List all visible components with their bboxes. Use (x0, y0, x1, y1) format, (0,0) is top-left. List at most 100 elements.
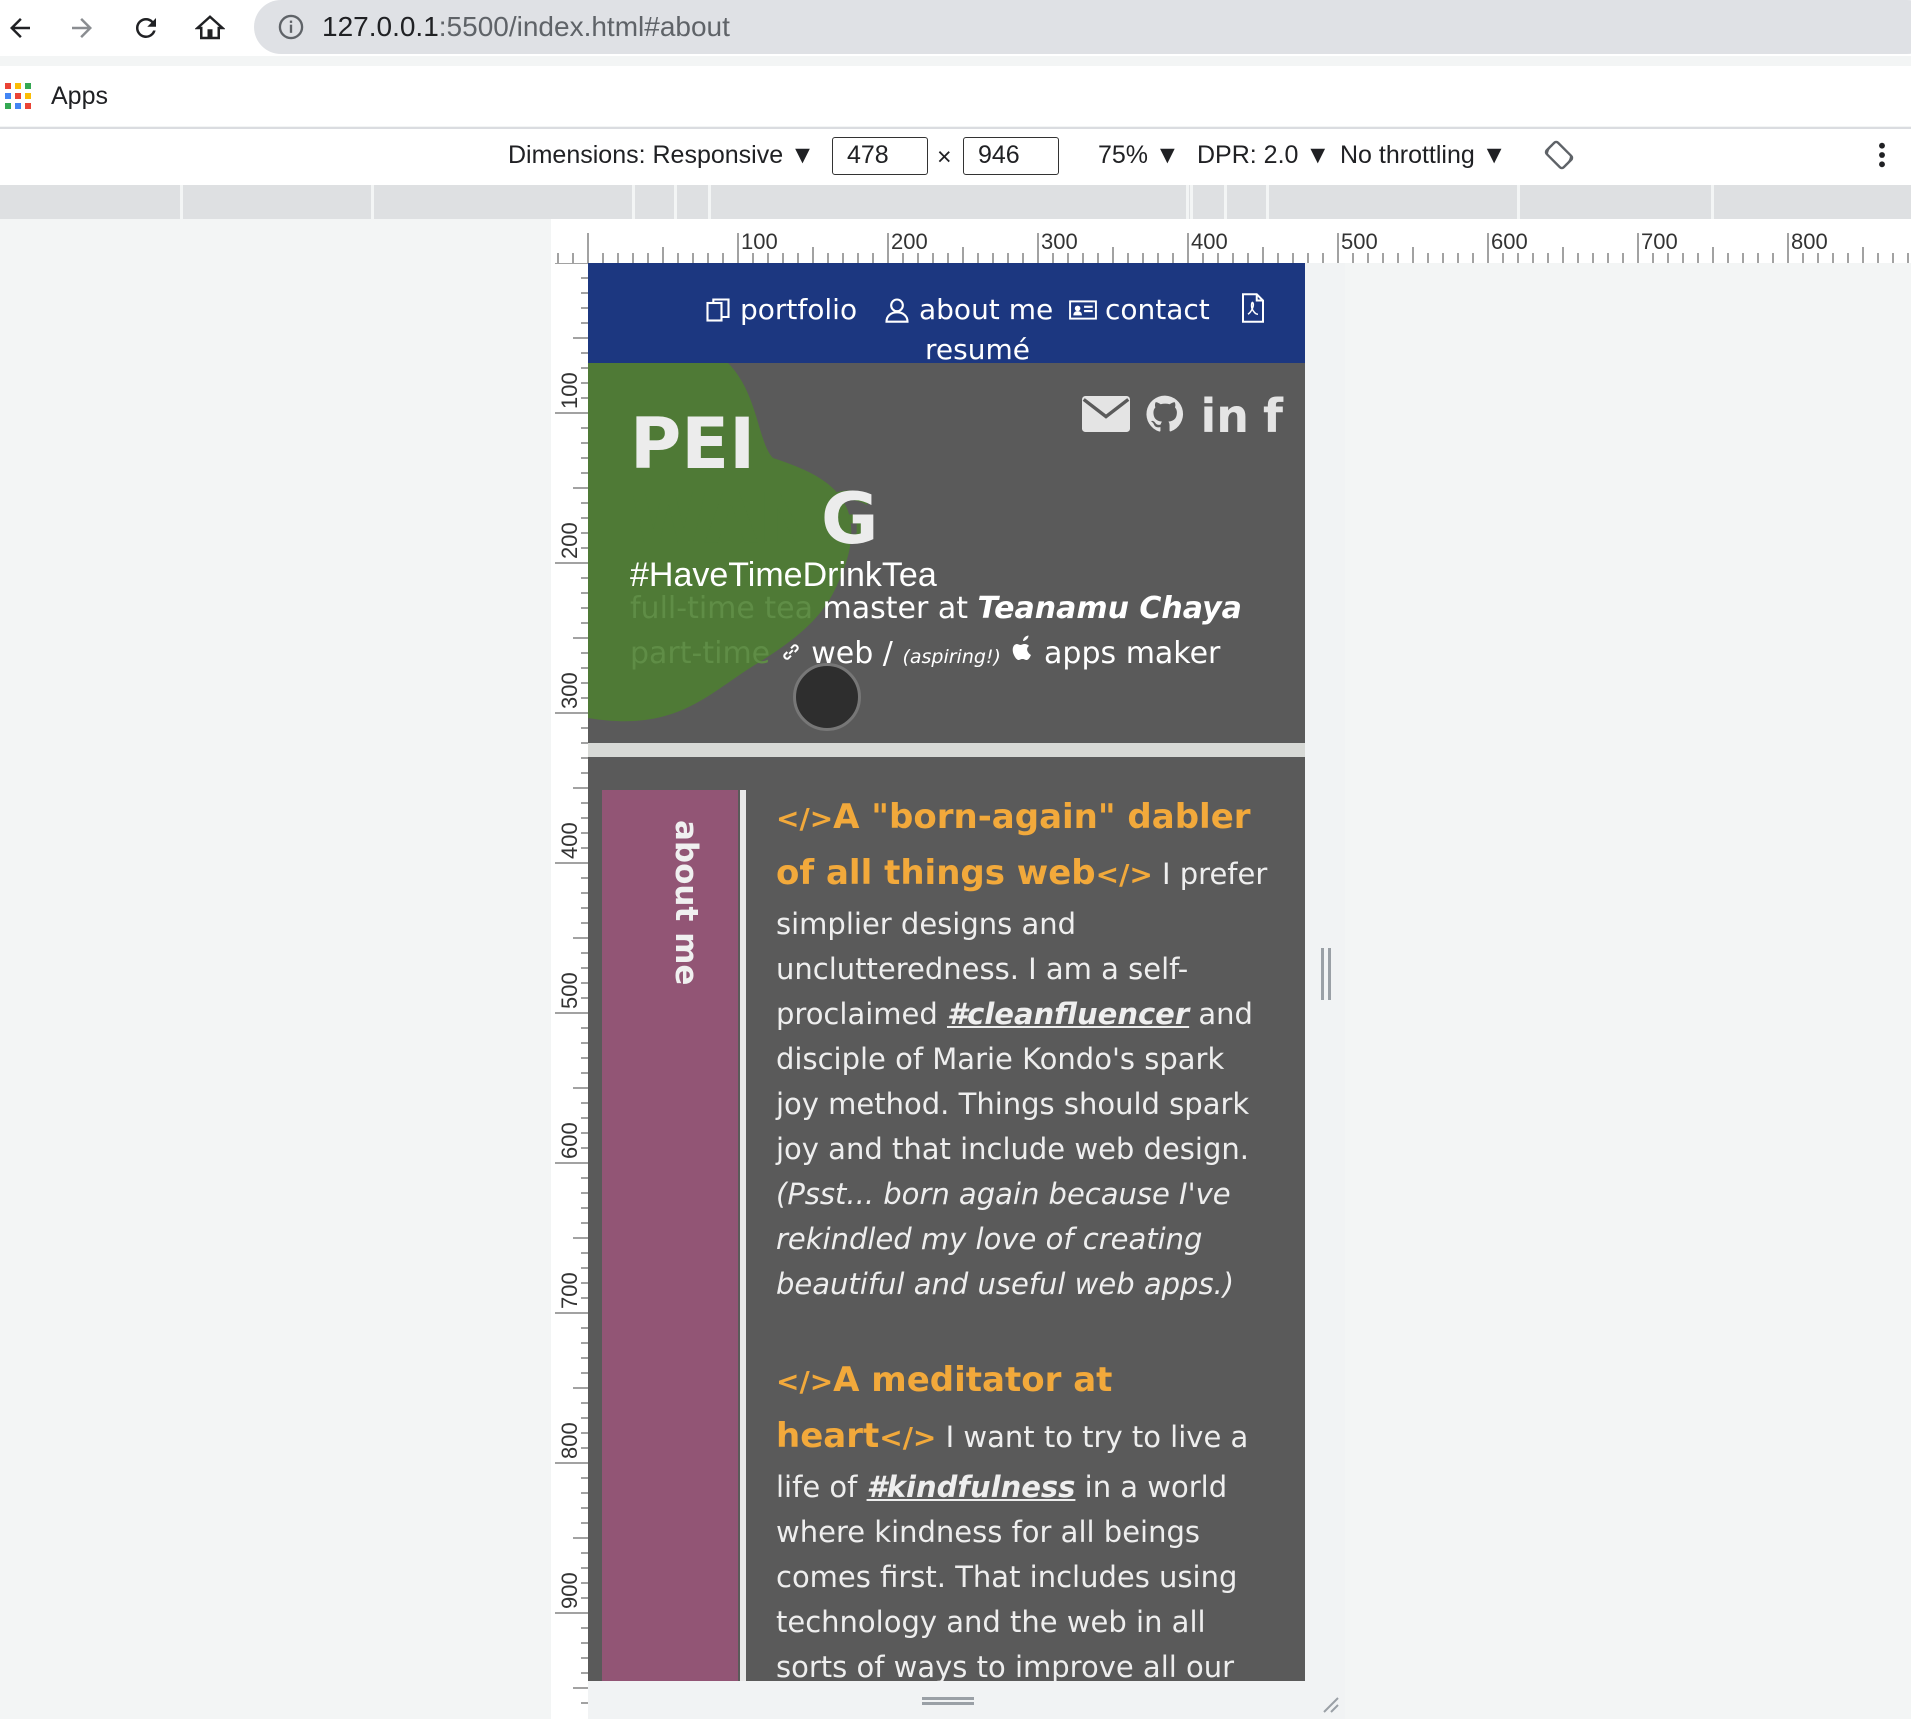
rotate-icon[interactable] (1543, 139, 1575, 178)
copy-icon (704, 296, 732, 324)
ruler-label: 500 (1341, 229, 1378, 254)
code-tag-icon: </> (776, 802, 834, 835)
hero-tagline-1-place: Teanamu Chaya (977, 591, 1242, 626)
resize-handle-right[interactable] (1321, 948, 1331, 1000)
nav-about-label: about me (919, 293, 1054, 326)
hero-hashtag: #HaveTimeDrinkTea (630, 556, 937, 594)
apple-icon (1011, 635, 1035, 671)
nav-portfolio-label: portfolio (740, 293, 858, 326)
code-tag-icon: </> (776, 1365, 834, 1398)
envelope-icon[interactable] (1082, 396, 1131, 436)
nav-pdf-link[interactable] (1240, 293, 1268, 323)
code-tag-icon: </> (879, 1421, 937, 1454)
resize-handle-bottom[interactable] (922, 1697, 974, 1705)
nav-portfolio-link[interactable]: portfolio (704, 293, 857, 326)
hero-tagline-2-aspiring: (aspiring!) (902, 646, 1001, 668)
site-navbar: portfolio about me contact resumé (588, 263, 1305, 366)
caret-down-icon: ▼ (1155, 141, 1180, 169)
ruler-horizontal: 100 200 300 400 500 600 700 800 (551, 219, 1911, 263)
dimensions-label: Dimensions: Responsive (508, 141, 784, 169)
ruler-label: 400 (557, 822, 582, 859)
nav-resume-label[interactable]: resumé (925, 333, 1030, 366)
home-icon (195, 15, 225, 40)
link-icon (780, 636, 802, 671)
caret-down-icon: ▼ (1481, 141, 1507, 169)
social-links: in f (1082, 393, 1283, 439)
about-sidebar-rule (740, 790, 746, 1681)
times-sign: × (937, 143, 952, 171)
apps-bookmark[interactable]: Apps (51, 82, 108, 111)
cleanfluencer-link[interactable]: #cleanfluencer (947, 997, 1189, 1031)
about-section-sidebar: about me (602, 790, 746, 1681)
user-icon (883, 296, 911, 324)
nav-contact-link[interactable]: contact (1069, 293, 1210, 326)
url-text[interactable]: 127.0.0.1:5500/index.html#about (322, 11, 730, 43)
hero-tagline-1: full-time tea master at Teanamu Chaya (630, 591, 1242, 626)
site-info-icon[interactable] (276, 12, 306, 42)
nav-about-link[interactable]: about me (883, 293, 1053, 326)
zoom-dropdown[interactable]: 75% ▼ (1098, 141, 1180, 170)
forward-button[interactable] (62, 8, 102, 48)
ruler-label: 200 (891, 229, 928, 254)
width-input[interactable]: 478 (832, 137, 928, 175)
hero-tagline-2-hidden: part-time (630, 636, 780, 671)
forward-arrow-icon (72, 18, 92, 38)
hero-tagline-1-text: master at (813, 591, 978, 626)
more-options-icon[interactable] (1876, 139, 1888, 178)
media-query-bar[interactable] (0, 185, 1911, 219)
ruler-label: 300 (557, 672, 582, 709)
hero-section: PEI WANG G #HaveTimeDrinkTea full-time t… (588, 363, 1305, 743)
ruler-label: 500 (557, 972, 582, 1009)
pdf-file-icon (1240, 293, 1268, 323)
about-section-label: about me (668, 820, 704, 986)
scroll-down-button[interactable] (793, 663, 861, 731)
ruler-label: 600 (557, 1122, 582, 1159)
ruler-label: 200 (557, 522, 582, 559)
apps-grid-icon[interactable] (5, 83, 31, 109)
code-tag-icon: </> (1095, 858, 1153, 891)
caret-down-icon: ▼ (1305, 141, 1331, 169)
hero-last-name-visible: G (821, 478, 879, 560)
ruler-label: 600 (1491, 229, 1528, 254)
ruler-vertical: 100 200 300 400 500 600 700 800 900 (551, 263, 591, 1719)
device-viewport: portfolio about me contact resumé PEI WA… (588, 263, 1305, 1681)
url-path: :5500/index.html#about (438, 11, 730, 42)
about-paragraph-2: </>A meditator at heart</> I want to try… (776, 1353, 1276, 1681)
caret-down-icon: ▼ (790, 141, 815, 169)
ruler-label: 700 (557, 1272, 582, 1309)
resize-corner-icon[interactable] (1316, 1690, 1340, 1714)
ruler-label: 100 (557, 372, 582, 409)
reload-button[interactable] (126, 8, 166, 48)
about-paragraph-1: </>A "born-again" dabler of all things w… (776, 790, 1276, 1307)
about-p1-italic: (Psst... born again because I've rekindl… (776, 1177, 1235, 1301)
dimensions-dropdown[interactable]: Dimensions: Responsive ▼ (508, 141, 815, 170)
throttling-label: No throttling (1340, 141, 1475, 169)
url-host: 127.0.0.1 (322, 11, 439, 42)
hero-divider (588, 743, 1305, 757)
hero-first-name: PEI (630, 403, 756, 485)
nav-contact-label: contact (1105, 293, 1210, 326)
facebook-icon[interactable]: f (1263, 393, 1283, 439)
address-bar[interactable]: 127.0.0.1:5500/index.html#about (254, 0, 1911, 54)
hero-tagline-2: part-time web / (aspiring!) apps maker (630, 635, 1220, 671)
dpr-label: DPR: 2.0 (1197, 141, 1299, 169)
github-icon[interactable] (1144, 393, 1186, 439)
hero-tagline-1-hidden: full-time tea (630, 591, 813, 626)
ruler-label: 100 (741, 229, 778, 254)
reload-icon (135, 17, 156, 38)
kindfulness-link[interactable]: #kindfulness (867, 1470, 1076, 1504)
linkedin-icon[interactable]: in (1200, 393, 1249, 439)
id-card-icon (1069, 296, 1097, 324)
throttling-dropdown[interactable]: No throttling ▼ (1340, 141, 1507, 170)
zoom-label: 75% (1098, 141, 1149, 169)
back-button[interactable] (0, 8, 40, 48)
hero-tagline-2-apps: apps maker (1034, 636, 1221, 671)
height-input[interactable]: 946 (963, 137, 1059, 175)
home-button[interactable] (190, 8, 230, 48)
dpr-dropdown[interactable]: DPR: 2.0 ▼ (1197, 141, 1330, 170)
ruler-label: 800 (1791, 229, 1828, 254)
ruler-label: 300 (1041, 229, 1078, 254)
device-toolbar: Dimensions: Responsive ▼ 478 × 946 75% ▼… (0, 127, 1911, 187)
ruler-label: 800 (557, 1422, 582, 1459)
browser-toolbar: 127.0.0.1:5500/index.html#about (0, 0, 1911, 56)
